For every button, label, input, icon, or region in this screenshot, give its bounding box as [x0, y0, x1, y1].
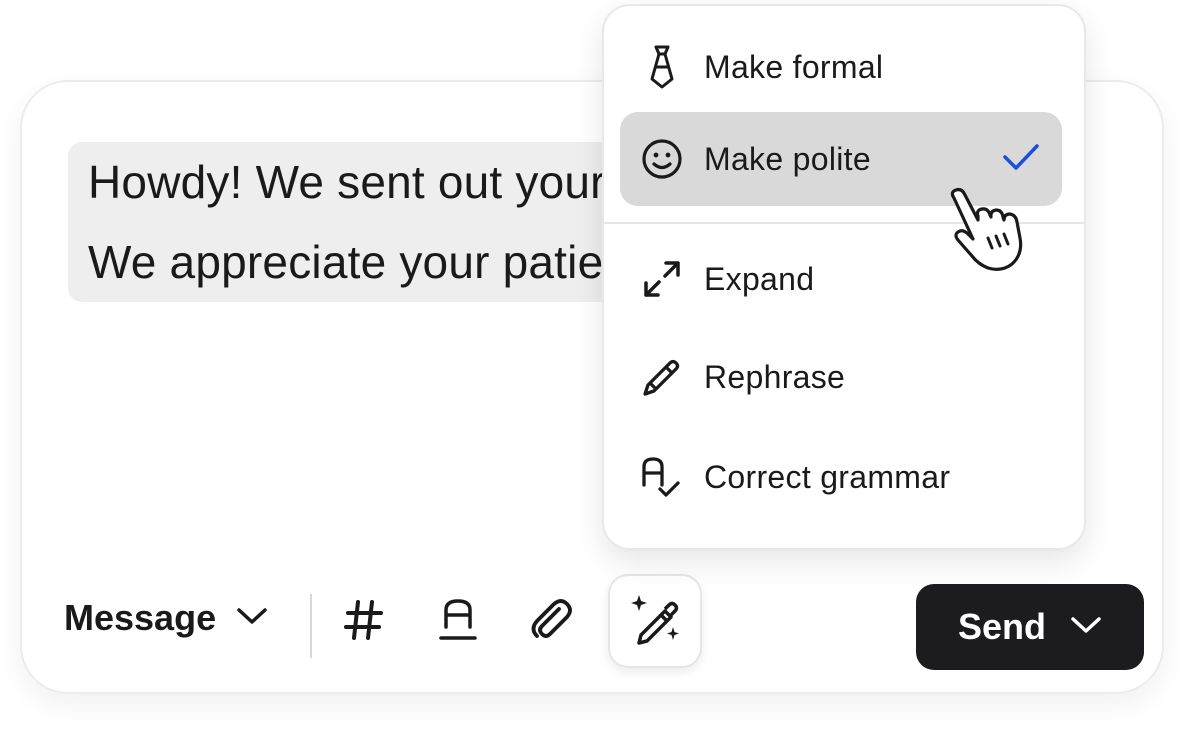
paperclip-icon: [529, 597, 575, 648]
magic-wand-icon: [627, 591, 683, 652]
message-type-dropdown[interactable]: Message: [64, 597, 268, 638]
hand-cursor-icon: [940, 186, 1032, 278]
chevron-down-icon: [236, 606, 268, 631]
hashtag-button[interactable]: [332, 590, 396, 654]
menu-item-label: Make polite: [704, 140, 871, 177]
attach-file-button[interactable]: [520, 590, 584, 654]
menu-item-label: Make formal: [704, 48, 884, 85]
expand-arrows-icon: [638, 255, 686, 303]
checkmark-icon: [1002, 142, 1040, 177]
message-text-area[interactable]: Howdy! We sent out your order today. We …: [22, 82, 606, 322]
menu-item-correct-grammar[interactable]: Correct grammar: [620, 430, 1062, 524]
ai-assist-button[interactable]: [608, 574, 702, 668]
message-line: We appreciate your patience.: [88, 236, 606, 288]
ai-composer-stage: Howdy! We sent out your order today. We …: [0, 0, 1184, 744]
message-type-label: Message: [64, 597, 217, 638]
menu-item-label: Correct grammar: [704, 458, 951, 495]
spellcheck-icon: [638, 453, 686, 501]
send-button[interactable]: Send: [916, 584, 1144, 670]
hash-icon: [344, 599, 384, 646]
send-label: Send: [957, 606, 1046, 647]
toolbar-divider: [310, 594, 312, 658]
smiley-icon: [638, 135, 686, 183]
composer-toolbar: Message Send: [22, 572, 1162, 672]
menu-item-label: Expand: [704, 260, 815, 297]
text-format-icon: [438, 597, 478, 648]
pencil-icon: [638, 353, 686, 401]
chevron-down-icon: [1070, 615, 1102, 640]
message-line: Howdy! We sent out your order today.: [88, 156, 606, 208]
menu-item-make-formal[interactable]: Make formal: [620, 20, 1062, 114]
tie-icon: [638, 43, 686, 91]
menu-item-label: Rephrase: [704, 358, 846, 395]
text-format-button[interactable]: [426, 590, 490, 654]
menu-item-rephrase[interactable]: Rephrase: [620, 330, 1062, 424]
